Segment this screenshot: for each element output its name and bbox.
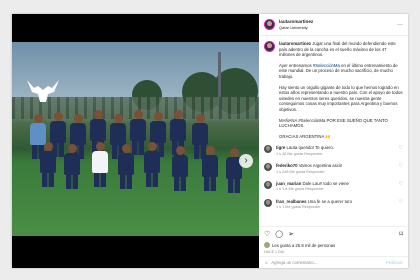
caption-text-5: GRACIAS ARGENTINA 🙌 — [279, 133, 331, 139]
comment-heart-icon[interactable]: ♡ — [399, 199, 403, 211]
add-comment-bar: ☺ Agrega un comentario... Publicar — [259, 256, 408, 268]
comment-meta[interactable]: 1 s 28 Me gusta Responder — [276, 152, 396, 157]
comment-meta[interactable]: 1 s 1.8 Me gusta Responder — [276, 187, 396, 192]
comment-heart-icon[interactable]: ♡ — [399, 163, 403, 175]
comment-heart-icon[interactable]: ♡ — [399, 145, 403, 157]
comment-avatar[interactable] — [264, 180, 272, 189]
bookmark-icon[interactable]: ⌑ — [399, 230, 403, 238]
caption-avatar[interactable] — [264, 41, 275, 52]
caption-username[interactable]: lautaromartinez — [279, 41, 311, 46]
likes-text: Les gusta a 25.8 mil de personas — [272, 242, 336, 248]
caption-text-4: MAÑANA #SelecciónMa POR ESE SUEÑO QUE TA… — [279, 117, 388, 129]
comment-user[interactable]: tigre — [276, 145, 285, 150]
post-sidebar: lautaromartinez Qatar University ··· lau… — [259, 14, 408, 268]
heart-icon[interactable]: ♡ — [264, 230, 270, 238]
caption-hashtag[interactable]: #SelecciónMa — [313, 63, 340, 68]
caption: lautaromartinez Jugar una final del mund… — [264, 41, 403, 139]
comment-item: tigre Lauta querido! Te quiero. 1 s 28 M… — [264, 145, 403, 157]
comment-meta[interactable]: 1 s 1 Me gusta Responder — [276, 205, 396, 210]
comments-area: lautaromartinez Jugar una final del mund… — [259, 36, 408, 232]
comment-item: juan_marian Dale Lau!! todo se viene 1 s… — [264, 180, 403, 193]
comment-item: fran_realbanes Una fe se a querer toro 1… — [264, 198, 403, 211]
team-training-image — [12, 42, 259, 236]
bull-logo-icon — [27, 80, 59, 102]
comment-text: Una fe se a querer toro — [307, 198, 352, 204]
comment-meta[interactable]: 1 s 248 Me gusta Responder — [276, 170, 396, 175]
caption-text-2a: Ayer entrenamos — [279, 62, 312, 68]
comment-avatar[interactable] — [264, 145, 272, 154]
next-photo-chevron-right-icon[interactable]: › — [239, 154, 253, 168]
header-location[interactable]: Qatar University — [279, 25, 313, 31]
post-time: HACE 1 DÍA — [264, 250, 284, 254]
action-bar: ♡ ◯ ➢ ⌑ — [259, 226, 408, 240]
comment-text: Lauta querido! Te quiero. — [286, 145, 334, 151]
more-icon[interactable]: ··· — [397, 22, 403, 28]
comment-heart-icon[interactable]: ♡ — [399, 181, 403, 193]
avatar[interactable] — [264, 19, 275, 30]
caption-text-3: Hay siento un orgullo gigante de todo lo… — [279, 84, 403, 112]
comment-user[interactable]: juan_marian — [276, 181, 301, 186]
comment-user[interactable]: federiko70 — [276, 163, 298, 168]
emoji-icon[interactable]: ☺ — [264, 260, 268, 265]
comment-user[interactable]: fran_realbanes — [276, 199, 307, 204]
publish-button[interactable]: Publicar — [386, 260, 403, 265]
share-icon[interactable]: ➢ — [288, 230, 294, 238]
comment-text: Vamos Argentina ascii! — [298, 163, 343, 169]
comment-item: federiko70 Vamos Argentina ascii! 1 s 24… — [264, 163, 403, 175]
comment-input[interactable]: Agrega un comentario... — [271, 260, 317, 265]
instagram-post: › lautaromartinez Qatar University ··· l… — [12, 14, 408, 268]
comment-icon[interactable]: ◯ — [275, 230, 283, 238]
likes-summary[interactable]: Les gusta a 25.8 mil de personas — [264, 242, 335, 248]
post-photo[interactable]: › — [12, 14, 259, 268]
header-username[interactable]: lautaromartinez — [279, 19, 313, 25]
liker-avatar — [264, 242, 270, 248]
comment-avatar[interactable] — [264, 198, 272, 207]
post-header: lautaromartinez Qatar University ··· — [259, 14, 408, 36]
comment-avatar[interactable] — [264, 163, 272, 172]
comment-text: Dale Lau!! todo se viene — [302, 180, 349, 186]
